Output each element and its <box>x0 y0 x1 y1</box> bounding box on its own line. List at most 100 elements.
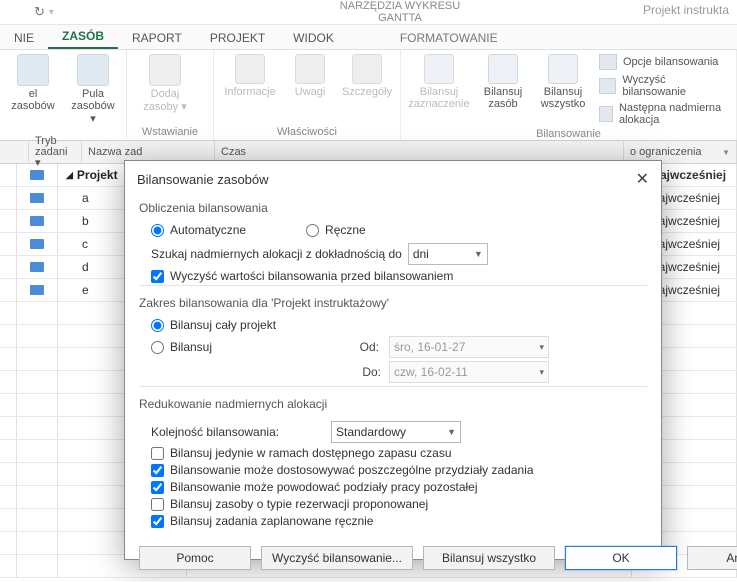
checkbox-input[interactable] <box>151 464 164 477</box>
radio-automatic[interactable]: Automatyczne <box>151 223 246 237</box>
check-proposed-booking[interactable]: Bilansuj zasoby o typie rezerwacji propo… <box>151 497 647 511</box>
checkbox-input[interactable] <box>151 515 164 528</box>
ribbon: el zasobów Pula zasobów ▾ . Dodaj zasoby… <box>0 50 737 141</box>
auto-schedule-icon <box>30 285 44 295</box>
check-label: Bilansuj jedynie w ramach dostępnego zap… <box>170 446 452 460</box>
radio-whole-project[interactable]: Bilansuj cały projekt <box>151 318 339 332</box>
radio-manual[interactable]: Ręczne <box>306 223 366 237</box>
ribbon-item-szczegoly[interactable]: Szczegóły <box>342 54 392 98</box>
col-task-mode[interactable]: Tryb zadani ▾ <box>29 141 82 163</box>
checkbox-input[interactable] <box>151 270 164 283</box>
indicator-cell <box>0 233 17 255</box>
ribbon-group-label: Bilansowanie <box>409 126 728 140</box>
chevron-down-icon: ▾ <box>539 342 544 353</box>
radio-input[interactable] <box>151 341 164 354</box>
tab-nie[interactable]: NIE <box>0 27 48 49</box>
cancel-button[interactable]: Anuluj <box>687 546 737 570</box>
radio-input[interactable] <box>306 224 319 237</box>
indicator-cell <box>0 210 17 232</box>
ribbon-item-info[interactable]: Informacje <box>222 54 278 98</box>
radio-label: Ręczne <box>325 223 366 237</box>
mode-cell <box>17 233 58 255</box>
ok-button[interactable]: OK <box>565 546 677 570</box>
check-manual-tasks[interactable]: Bilansuj zadania zaplanowane ręcznie <box>151 514 647 528</box>
auto-schedule-icon <box>30 193 44 203</box>
ribbon-item-label: Pula zasobów ▾ <box>68 88 118 125</box>
next-overallocation-icon <box>599 106 613 122</box>
checkbox-input[interactable] <box>151 498 164 511</box>
ribbon-item-bilansuj-wszystko[interactable]: Bilansuj wszystko <box>537 54 589 126</box>
info-icon <box>235 54 265 84</box>
checkbox-input[interactable] <box>151 447 164 460</box>
leveling-dialog: Bilansowanie zasobów ✕ Obliczenia bilans… <box>124 160 662 560</box>
radio-input[interactable] <box>151 224 164 237</box>
separator <box>139 386 647 387</box>
col-indicator[interactable] <box>0 141 29 163</box>
ribbon-item-label: Dodaj zasoby ▾ <box>143 88 186 113</box>
tab-formatowanie[interactable]: FORMATOWANIE <box>386 27 512 49</box>
ribbon-group-label: Wstawianie <box>135 124 205 138</box>
leveling-options-icon <box>599 54 617 70</box>
ribbon-opt-nastepna[interactable]: Następna nadmierna alokacja <box>599 102 728 126</box>
check-split-remaining[interactable]: Bilansowanie może powodować podziały pra… <box>151 480 647 494</box>
help-button[interactable]: Pomoc <box>139 546 251 570</box>
radio-range[interactable]: Bilansuj <box>151 340 339 354</box>
tab-projekt[interactable]: PROJEKT <box>196 27 279 49</box>
ribbon-tabs: NIE ZASÓB RAPORT PROJEKT WIDOK FORMATOWA… <box>0 25 737 50</box>
tab-raport[interactable]: RAPORT <box>118 27 196 49</box>
qat-dropdown-icon[interactable]: ▾ <box>49 7 54 18</box>
indicator-cell <box>0 279 17 301</box>
level-all-button[interactable]: Bilansuj wszystko <box>423 546 555 570</box>
dialog-buttons: Pomoc Wyczyść bilansowanie... Bilansuj w… <box>125 538 661 582</box>
check-adjust-assignments[interactable]: Bilansowanie może dostosowywać poszczegó… <box>151 463 647 477</box>
indicator-cell <box>0 187 17 209</box>
chevron-down-icon: ▼ <box>447 427 456 437</box>
ribbon-item-label: el zasobów <box>11 88 54 112</box>
details-icon <box>352 54 382 84</box>
ribbon-item-uwagi[interactable]: Uwagi <box>288 54 332 98</box>
ribbon-opt-label: Opcje bilansowania <box>623 56 718 68</box>
collapse-icon[interactable]: ◢ <box>66 170 73 181</box>
lookfor-unit-combo[interactable]: dni ▼ <box>408 243 488 265</box>
ribbon-opt-label: Wyczyść bilansowanie <box>622 74 728 98</box>
gantt-tools-context: NARZĘDZIA WYKRESU GANTTA <box>325 0 475 24</box>
radio-input[interactable] <box>151 319 164 332</box>
from-date-combo[interactable]: śro, 16-01-27 ▾ <box>389 336 549 358</box>
add-resource-icon <box>149 54 181 86</box>
ribbon-item-bilansuj-zazn[interactable]: Bilansuj zaznaczenie <box>409 54 469 126</box>
check-label: Bilansowanie może powodować podziały pra… <box>170 480 478 494</box>
check-clear-before[interactable]: Wyczyść wartości bilansowania przed bila… <box>151 269 647 283</box>
ribbon-opt-opcje[interactable]: Opcje bilansowania <box>599 54 728 70</box>
clear-leveling-button[interactable]: Wyczyść bilansowanie... <box>261 546 413 570</box>
check-label: Bilansuj zasoby o typie rezerwacji propo… <box>170 497 428 511</box>
to-date-combo[interactable]: czw, 16-02-11 ▾ <box>389 361 549 383</box>
combo-value: dni <box>413 247 429 261</box>
order-label: Kolejność bilansowania: <box>151 425 321 439</box>
ribbon-item-bilansuj-zasob[interactable]: Bilansuj zasób <box>479 54 527 126</box>
ribbon-opt-label: Następna nadmierna alokacja <box>619 102 728 126</box>
ribbon-item-pula[interactable]: Pula zasobów ▾ <box>68 54 118 125</box>
check-within-slack[interactable]: Bilansuj jedynie w ramach dostępnego zap… <box>151 446 647 460</box>
ribbon-opt-wyczysc[interactable]: Wyczyść bilansowanie <box>599 74 728 98</box>
indicator-cell <box>0 164 17 186</box>
mode-cell <box>17 164 58 186</box>
tab-zasob[interactable]: ZASÓB <box>48 25 118 49</box>
task-name: Projekt <box>77 168 118 182</box>
dropdown-icon: ▼ <box>722 148 730 157</box>
from-label: Od: <box>349 340 379 354</box>
ribbon-item-label: Szczegóły <box>342 86 392 98</box>
close-icon[interactable]: ✕ <box>636 169 649 189</box>
ribbon-item-el-zasobow[interactable]: el zasobów <box>8 54 58 125</box>
auto-schedule-icon <box>30 216 44 226</box>
ribbon-item-label: Uwagi <box>295 86 326 98</box>
ribbon-group-pula: el zasobów Pula zasobów ▾ . <box>0 50 127 140</box>
undo-icon[interactable]: ↻ <box>34 4 45 20</box>
col-label: Czas <box>221 146 246 158</box>
order-combo[interactable]: Standardowy ▼ <box>331 421 461 443</box>
section-computations: Obliczenia bilansowania <box>139 197 647 219</box>
ribbon-leveling-options: Opcje bilansowania Wyczyść bilansowanie … <box>599 54 728 126</box>
tab-widok[interactable]: WIDOK <box>279 27 348 49</box>
ribbon-item-dodaj[interactable]: Dodaj zasoby ▾ <box>135 54 195 113</box>
checkbox-input[interactable] <box>151 481 164 494</box>
mode-cell <box>17 187 58 209</box>
